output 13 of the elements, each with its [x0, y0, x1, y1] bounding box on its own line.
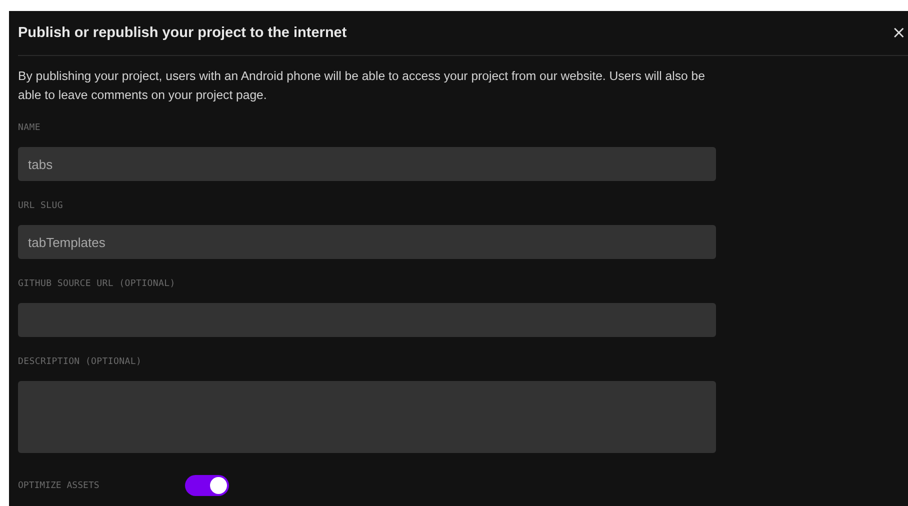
toggle-switch[interactable]: [185, 475, 229, 496]
field-label: GITHUB SOURCE URL (OPTIONAL): [18, 279, 176, 291]
option-label: OPTIMIZE ASSETS: [18, 480, 100, 490]
field-label: NAME: [18, 123, 42, 135]
dialog-title: Publish or republish your project to the internet: [18, 25, 347, 41]
description-box[interactable]: [18, 381, 716, 453]
input-field[interactable]: tabs: [18, 147, 716, 181]
input-field[interactable]: tabTemplates: [18, 225, 716, 259]
input-field[interactable]: [18, 303, 716, 337]
field-label: DESCRIPTION (OPTIONAL): [18, 357, 143, 369]
close-button[interactable]: ×: [892, 23, 906, 43]
intro-text: By publishing your project, users with an Android phone will be able to access your project from our website. Users will also be able to leave comments on your project page.: [18, 68, 706, 104]
field-label: URL SLUG: [18, 201, 64, 213]
